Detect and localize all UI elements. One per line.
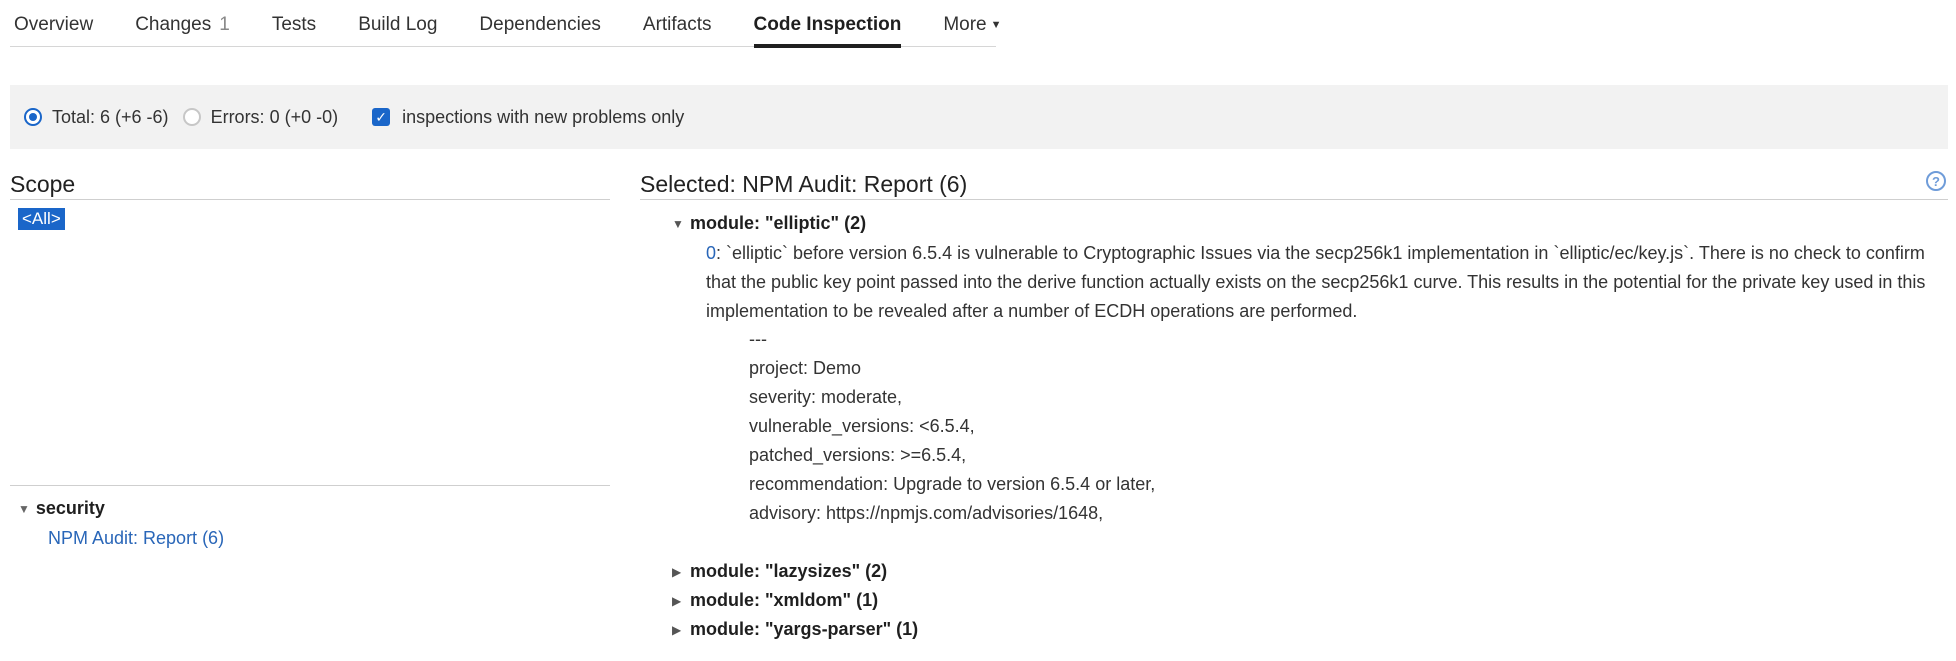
total-label: Total: 6 (+6 -6) <box>52 106 169 127</box>
module-xmldom[interactable]: ▶ module: "xmldom" (1) <box>672 590 878 611</box>
tab-label: Overview <box>14 14 94 35</box>
tab-dependencies[interactable]: Dependencies <box>479 14 600 46</box>
tab-more[interactable]: More ▼ <box>943 14 1001 46</box>
tree-group-label: security <box>35 498 105 518</box>
module-lazysizes[interactable]: ▶ module: "lazysizes" (2) <box>672 561 887 582</box>
detail-line: --- <box>749 329 767 349</box>
module-label: module: "yargs-parser" (1) <box>690 619 919 639</box>
problem-index-link[interactable]: 0 <box>706 243 716 263</box>
collapse-triangle-icon: ▼ <box>18 501 30 516</box>
module-label: module: "elliptic" (2) <box>690 213 867 233</box>
tab-label: Artifacts <box>642 14 712 35</box>
tree-leaf-npm-audit-report[interactable]: NPM Audit: Report (6) <box>48 528 224 549</box>
detail-line: advisory: https://npmjs.com/advisories/1… <box>749 503 1104 523</box>
collapsed-triangle-icon: ▶ <box>672 564 682 579</box>
expanded-triangle-icon: ▼ <box>672 216 684 231</box>
problem-description: 0: `elliptic` before version 6.5.4 is vu… <box>706 239 1938 326</box>
module-elliptic[interactable]: ▼ module: "elliptic" (2) <box>672 213 866 234</box>
detail-line: recommendation: Upgrade to version 6.5.4… <box>749 474 1156 494</box>
tree-group-security[interactable]: ▼ security <box>18 498 105 519</box>
module-label: module: "xmldom" (1) <box>690 590 879 610</box>
new-problems-checkbox[interactable]: ✓ <box>372 108 391 126</box>
tab-overview[interactable]: Overview <box>14 14 93 46</box>
new-problems-label: inspections with new problems only <box>402 106 685 127</box>
tab-build-log[interactable]: Build Log <box>358 14 437 46</box>
tab-label: Build Log <box>358 14 438 35</box>
module-label: module: "lazysizes" (2) <box>690 561 888 581</box>
collapsed-triangle-icon: ▶ <box>672 622 682 637</box>
module-yargs-parser[interactable]: ▶ module: "yargs-parser" (1) <box>672 619 918 640</box>
errors-radio[interactable] <box>182 108 201 126</box>
scope-all-item[interactable]: <All> <box>18 208 65 230</box>
tab-bar: Overview Changes 1 Tests Build Log Depend… <box>10 0 1002 48</box>
detail-line: patched_versions: >=6.5.4, <box>749 445 967 465</box>
tab-label: Changes <box>135 14 212 35</box>
changes-count-badge: 1 <box>219 14 230 35</box>
total-radio[interactable] <box>24 108 42 126</box>
errors-label: Errors: 0 (+0 -0) <box>210 106 339 127</box>
detail-line: severity: moderate, <box>749 387 903 407</box>
collapsed-triangle-icon: ▶ <box>672 593 682 608</box>
tab-artifacts[interactable]: Artifacts <box>643 14 712 46</box>
detail-line: vulnerable_versions: <6.5.4, <box>749 416 975 436</box>
tab-label: More <box>943 14 987 35</box>
chevron-down-icon: ▼ <box>990 19 1002 31</box>
scope-title: Scope <box>10 171 610 200</box>
detail-line: project: Demo <box>749 358 862 378</box>
help-icon[interactable]: ? <box>1926 171 1946 191</box>
problem-text: : `elliptic` before version 6.5.4 is vul… <box>706 243 1926 321</box>
tab-tests[interactable]: Tests <box>272 14 316 46</box>
tab-label: Tests <box>271 14 317 35</box>
tab-label: Dependencies <box>479 14 601 35</box>
selected-title: Selected: NPM Audit: Report (6) <box>640 171 1948 200</box>
divider <box>10 485 610 486</box>
tab-code-inspection[interactable]: Code Inspection <box>753 14 902 48</box>
tab-label: Code Inspection <box>753 14 902 35</box>
filter-bar: Total: 6 (+6 -6) Errors: 0 (+0 -0) ✓ ins… <box>10 85 1948 149</box>
problem-details: --- project: Demo severity: moderate, vu… <box>749 325 1155 528</box>
tab-changes[interactable]: Changes 1 <box>135 14 230 46</box>
